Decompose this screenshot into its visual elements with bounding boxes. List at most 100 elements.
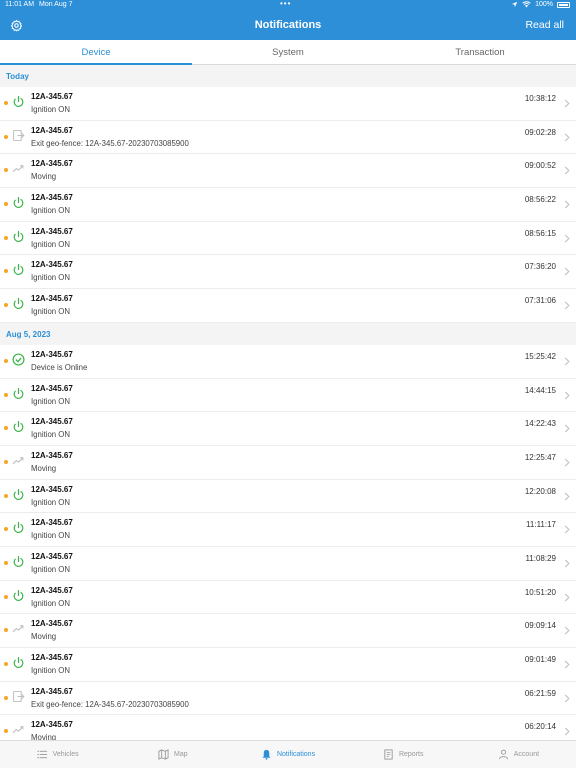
notification-time: 06:20:14 <box>524 722 556 732</box>
nav-bar: Notifications Read all <box>0 11 576 40</box>
chevron-right-icon <box>564 694 570 703</box>
report-icon <box>384 749 393 760</box>
unread-dot <box>4 729 8 734</box>
notification-time: 07:31:06 <box>524 296 556 306</box>
chevron-right-icon <box>564 200 570 209</box>
tab-system[interactable]: System <box>192 40 384 64</box>
tabbar-reports[interactable]: Reports <box>346 741 461 768</box>
status-bar: 11:01 AM Mon Aug 7 ••• 100% <box>0 0 576 11</box>
notification-row[interactable]: 12A-345.67 Ignition ON 07:36:20 <box>0 255 576 290</box>
power-icon <box>13 197 24 209</box>
unread-dot <box>4 134 8 139</box>
notification-message: Ignition ON <box>31 531 71 541</box>
notification-row[interactable]: 12A-345.67 Moving 06:20:14 <box>0 715 576 740</box>
notification-message: Exit geo-fence: 12A-345.67-2023070308590… <box>31 138 189 148</box>
location-arrow-icon <box>511 1 518 8</box>
notification-row[interactable]: 12A-345.67 Ignition ON 09:01:49 <box>0 648 576 682</box>
notification-row[interactable]: 12A-345.67 Ignition ON 07:31:06 <box>0 289 576 323</box>
bottom-tab-bar: Vehicles Map Notifications Reports Account <box>0 740 576 768</box>
notification-time: 12:25:47 <box>524 452 556 462</box>
vehicle-plate: 12A-345.67 <box>31 619 73 629</box>
tab-device[interactable]: Device <box>0 40 192 65</box>
person-icon <box>498 749 508 760</box>
exit-geofence-icon <box>13 690 25 702</box>
notification-time: 12:20:08 <box>524 486 556 496</box>
notification-row[interactable]: 12A-345.67 Ignition ON 10:38:12 <box>0 87 576 121</box>
map-icon <box>158 749 169 760</box>
power-icon <box>13 264 24 276</box>
notification-row[interactable]: 12A-345.67 Moving 09:09:14 <box>0 614 576 648</box>
unread-dot <box>4 392 8 397</box>
multitasking-dots-icon[interactable]: ••• <box>280 0 291 8</box>
notification-row[interactable]: 12A-345.67 Ignition ON 08:56:15 <box>0 222 576 256</box>
notification-message: Moving <box>31 463 57 473</box>
unread-dot <box>4 594 8 599</box>
notification-row[interactable]: 12A-345.67 Moving 09:00:52 <box>0 154 576 189</box>
notification-time: 09:09:14 <box>524 621 556 631</box>
section-header: Today <box>0 65 576 87</box>
notification-row[interactable]: 12A-345.67 Device is Online 15:25:42 <box>0 345 576 379</box>
notification-message: Ignition ON <box>31 273 71 283</box>
tab-transaction[interactable]: Transaction <box>384 40 576 64</box>
notification-row[interactable]: 12A-345.67 Ignition ON 10:51:20 <box>0 581 576 615</box>
notification-time: 14:22:43 <box>524 419 556 429</box>
tabbar-label: Map <box>173 751 188 758</box>
notification-row[interactable]: 12A-345.67 Ignition ON 12:20:08 <box>0 480 576 514</box>
notification-row[interactable]: 12A-345.67 Ignition ON 14:22:43 <box>0 412 576 446</box>
wifi-icon <box>522 1 531 8</box>
vehicle-plate: 12A-345.67 <box>31 518 73 528</box>
chevron-right-icon <box>564 234 570 243</box>
notification-time: 07:36:20 <box>524 262 556 272</box>
tabbar-notifications[interactable]: Notifications <box>230 741 345 768</box>
unread-dot <box>4 426 8 431</box>
notification-list[interactable]: Today 12A-345.67 Ignition ON 10:38:12 12A-34… <box>0 65 576 740</box>
unread-dot <box>4 101 8 105</box>
notification-message: Exit geo-fence: 12A-345.67-2023070308590… <box>31 699 189 709</box>
vehicle-plate: 12A-345.67 <box>31 193 73 203</box>
notification-time: 10:38:12 <box>524 94 556 103</box>
notification-row[interactable]: 12A-345.67 Ignition ON 14:44:15 <box>0 379 576 413</box>
notification-message: Moving <box>31 733 57 740</box>
tabbar-map[interactable]: Map <box>115 741 230 768</box>
notification-message: Ignition ON <box>31 105 71 114</box>
vehicle-plate: 12A-345.67 <box>31 349 73 359</box>
notification-row[interactable]: 12A-345.67 Exit geo-fence: 12A-345.67-202… <box>0 682 576 716</box>
tabbar-label: Notifications <box>276 751 316 758</box>
unread-dot <box>4 527 8 532</box>
tabbar-account[interactable]: Account <box>461 741 576 768</box>
notification-row[interactable]: 12A-345.67 Ignition ON 11:08:29 <box>0 547 576 581</box>
vehicle-plate: 12A-345.67 <box>31 450 73 460</box>
notification-row[interactable]: 12A-345.67 Ignition ON 11:11:17 <box>0 513 576 547</box>
power-icon <box>13 387 24 399</box>
moving-icon <box>12 625 24 633</box>
notification-time: 09:00:52 <box>524 161 556 171</box>
tabbar-vehicles[interactable]: Vehicles <box>0 741 115 768</box>
chevron-right-icon <box>564 458 570 467</box>
vehicle-plate: 12A-345.67 <box>31 686 73 696</box>
read-all-button[interactable]: Read all <box>525 19 564 31</box>
section-header: Aug 5, 2023 <box>0 322 576 345</box>
power-icon <box>13 488 24 500</box>
unread-dot <box>4 269 8 274</box>
vehicle-plate: 12A-345.67 <box>31 92 73 101</box>
notification-row[interactable]: 12A-345.67 Moving 12:25:47 <box>0 446 576 480</box>
notification-time: 15:25:42 <box>524 351 556 361</box>
unread-dot <box>4 628 8 633</box>
tabbar-label: Account <box>513 751 540 758</box>
chevron-right-icon <box>564 424 570 433</box>
notification-row[interactable]: 12A-345.67 Ignition ON 08:56:22 <box>0 188 576 222</box>
moving-icon <box>12 165 24 173</box>
vehicle-plate: 12A-345.67 <box>31 294 73 304</box>
chevron-right-icon <box>564 727 570 736</box>
moving-icon <box>12 457 24 464</box>
power-icon <box>13 555 24 567</box>
vehicle-plate: 12A-345.67 <box>31 125 73 135</box>
notification-time: 09:01:49 <box>524 655 556 664</box>
vehicle-plate: 12A-345.67 <box>31 720 73 730</box>
notification-time: 11:11:17 <box>526 520 556 530</box>
notification-row[interactable]: 12A-345.67 Exit geo-fence: 12A-345.67-202… <box>0 121 576 155</box>
moving-icon <box>12 726 24 734</box>
status-date: Mon Aug 7 <box>39 1 73 8</box>
chevron-right-icon <box>564 525 570 534</box>
vehicle-plate: 12A-345.67 <box>31 260 73 270</box>
